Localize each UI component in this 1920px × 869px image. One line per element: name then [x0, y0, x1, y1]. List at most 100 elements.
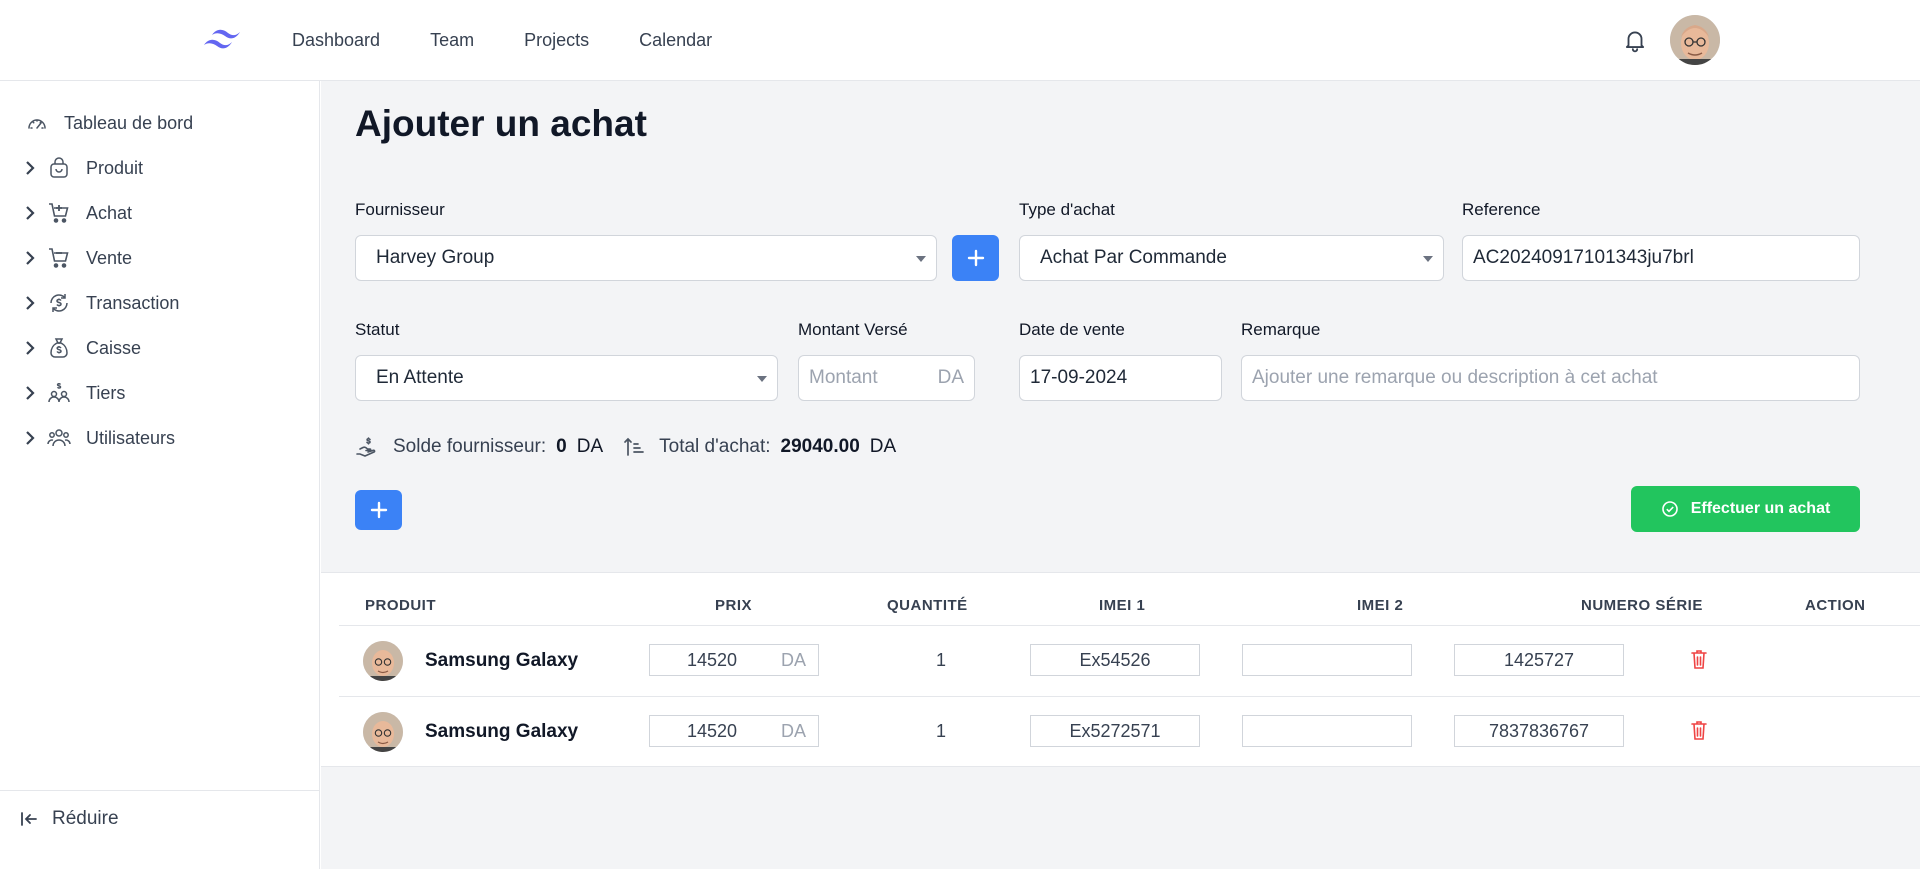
fournisseur-value: Harvey Group [376, 247, 495, 268]
date-vente-field[interactable] [1019, 355, 1222, 401]
nav-projects[interactable]: Projects [524, 30, 589, 51]
date-vente-input[interactable] [1030, 367, 1211, 389]
add-fournisseur-button[interactable] [952, 235, 999, 281]
nav-dashboard[interactable]: Dashboard [292, 30, 380, 51]
currency-suffix: DA [780, 649, 806, 670]
imei1-field[interactable]: Ex5272571 [1030, 715, 1200, 747]
type-achat-select[interactable]: Achat Par Commande [1019, 235, 1444, 281]
sidebar-item-utilisateurs[interactable]: Utilisateurs [24, 418, 175, 458]
sidebar-item-label: Achat [86, 202, 133, 223]
sidebar-item-tableau-de-bord[interactable]: Tableau de bord [24, 103, 193, 143]
products-table: PRODUIT PRIX QUANTITÉ IMEI 1 IMEI 2 NUME… [321, 572, 1920, 767]
hand-coin-icon [356, 437, 376, 457]
product-avatar [363, 712, 403, 752]
chevron-right-icon [24, 159, 38, 177]
sidebar-item-tiers[interactable]: Tiers [24, 373, 125, 413]
caret-down-icon [757, 376, 767, 382]
quantity-value[interactable]: 1 [936, 650, 946, 671]
currency-suffix: DA [780, 720, 806, 741]
table-row: Samsung Galaxy 14520 DA 1 Ex54526 142572… [339, 625, 1920, 696]
total-currency: DA [869, 436, 897, 457]
collapse-sidebar-button[interactable]: Réduire [20, 808, 119, 830]
tailwind-logo-icon[interactable] [200, 25, 248, 55]
reference-label: Reference [1462, 200, 1541, 219]
remarque-field[interactable] [1241, 355, 1860, 401]
chevron-right-icon [24, 204, 38, 222]
product-name: Samsung Galaxy [425, 650, 579, 671]
statut-label: Statut [355, 320, 400, 339]
table-row: Samsung Galaxy 14520 DA 1 Ex5272571 7837… [339, 696, 1920, 767]
sidebar-item-label: Caisse [86, 337, 142, 358]
serial-field[interactable]: 1425727 [1454, 644, 1624, 676]
caret-down-icon [1423, 256, 1433, 262]
shopping-bag-icon [46, 155, 72, 181]
montant-field[interactable]: DA [798, 355, 975, 401]
sidebar-item-label: Produit [86, 157, 144, 178]
caret-down-icon [916, 256, 926, 262]
cart-icon [46, 200, 72, 226]
imei1-value: Ex54526 [1079, 649, 1151, 670]
currency-suffix: DA [937, 367, 964, 388]
nav-team[interactable]: Team [430, 30, 474, 51]
statut-select[interactable]: En Attente [355, 355, 778, 401]
money-bag-icon [46, 335, 72, 361]
fournisseur-select[interactable]: Harvey Group [355, 235, 937, 281]
nav-calendar[interactable]: Calendar [639, 30, 712, 51]
bell-icon[interactable] [1622, 27, 1648, 53]
sidebar-item-label: Transaction [86, 292, 180, 313]
column-header-imei1: IMEI 1 [1099, 597, 1146, 614]
collapse-sidebar-label: Réduire [52, 808, 119, 829]
trash-icon[interactable] [1689, 719, 1709, 741]
remarque-input[interactable] [1252, 367, 1849, 389]
plus-icon [370, 501, 387, 519]
price-value: 14520 [686, 720, 738, 741]
price-field[interactable]: 14520 DA [649, 715, 819, 747]
column-header-prix: PRIX [715, 597, 753, 614]
column-header-quantite: QUANTITÉ [887, 597, 968, 614]
serial-value: 7837836767 [1488, 720, 1590, 741]
sidebar: Tableau de bord Produit Achat Vente Tran… [0, 81, 320, 869]
reference-field[interactable] [1462, 235, 1860, 281]
column-header-numero-serie: NUMERO SÉRIE [1581, 597, 1703, 614]
purchase-summary: Solde fournisseur: 0 DA Total d'achat: 2… [355, 435, 896, 459]
column-header-action: ACTION [1805, 597, 1866, 614]
sidebar-item-achat[interactable]: Achat [24, 193, 132, 233]
product-name: Samsung Galaxy [425, 721, 579, 742]
cart-icon [46, 245, 72, 271]
montant-input[interactable] [809, 367, 938, 389]
users-dollar-icon [46, 380, 72, 406]
price-value: 14520 [686, 649, 738, 670]
page-title: Ajouter un achat [355, 103, 647, 144]
sidebar-item-transaction[interactable]: Transaction [24, 283, 179, 323]
imei2-field[interactable] [1242, 715, 1412, 747]
sort-ascending-icon [624, 437, 644, 456]
collapse-left-icon [21, 812, 37, 826]
trash-icon[interactable] [1689, 648, 1709, 670]
column-header-imei2: IMEI 2 [1357, 597, 1404, 614]
check-circle-icon [1661, 501, 1678, 517]
top-nav: Dashboard Team Projects Calendar [292, 0, 712, 81]
submit-purchase-button[interactable]: Effectuer un achat [1631, 486, 1860, 532]
chevron-right-icon [24, 339, 38, 357]
add-product-button[interactable] [355, 490, 402, 530]
reference-input[interactable] [1473, 247, 1849, 269]
serial-field[interactable]: 7837836767 [1454, 715, 1624, 747]
chevron-right-icon [24, 429, 38, 447]
statut-value: En Attente [376, 367, 464, 388]
dollar-cycle-icon [46, 290, 72, 316]
imei2-field[interactable] [1242, 644, 1412, 676]
users-icon [46, 425, 72, 451]
top-navbar: Dashboard Team Projects Calendar [0, 0, 1920, 81]
sidebar-item-vente[interactable]: Vente [24, 238, 132, 278]
price-field[interactable]: 14520 DA [649, 644, 819, 676]
user-avatar[interactable] [1670, 15, 1720, 65]
sidebar-item-caisse[interactable]: Caisse [24, 328, 141, 368]
imei1-field[interactable]: Ex54526 [1030, 644, 1200, 676]
montant-label: Montant Versé [798, 320, 908, 339]
fournisseur-label: Fournisseur [355, 200, 445, 219]
sidebar-item-label: Tiers [86, 382, 126, 403]
total-label: Total d'achat: [659, 436, 771, 457]
type-achat-value: Achat Par Commande [1040, 247, 1227, 268]
quantity-value[interactable]: 1 [936, 721, 946, 742]
sidebar-item-produit[interactable]: Produit [24, 148, 143, 188]
